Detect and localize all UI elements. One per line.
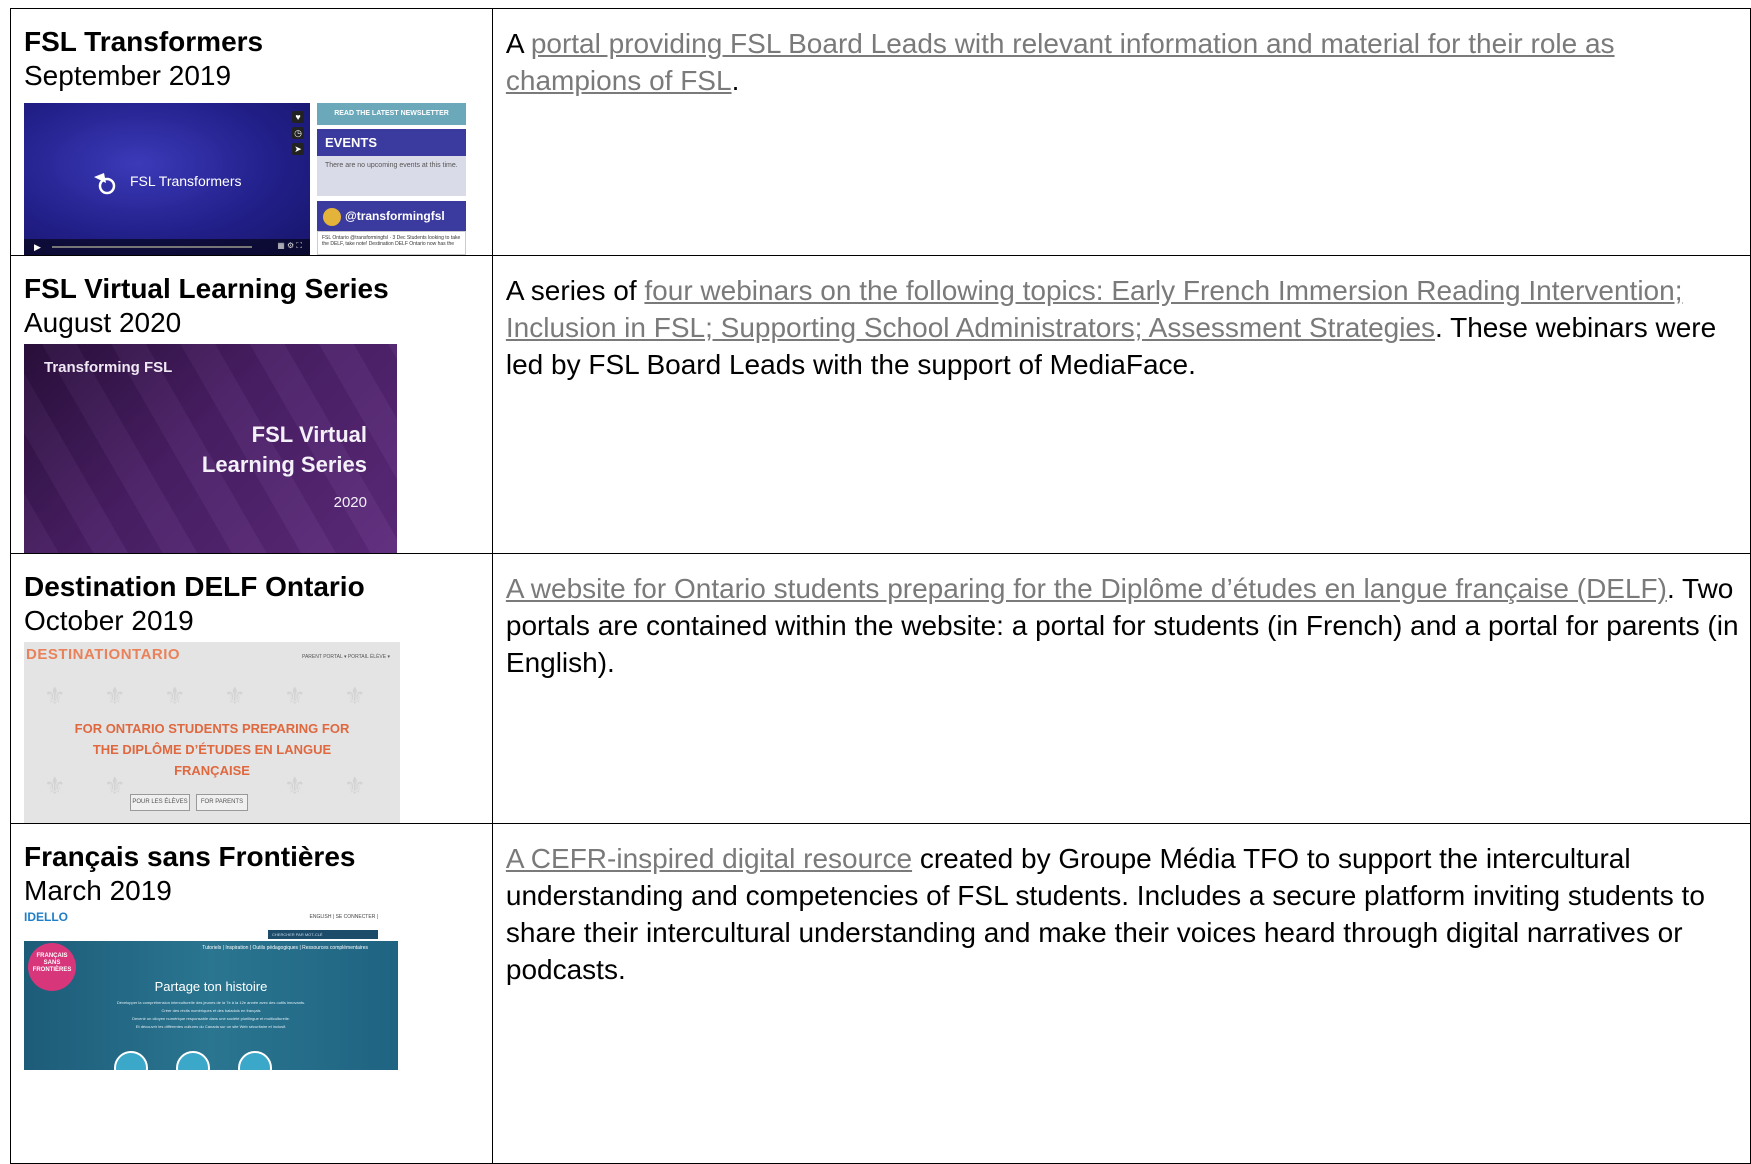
resource-name-cell: Français sans Frontières March 2019 IDEL… bbox=[10, 823, 493, 1164]
desc-text: . bbox=[731, 65, 740, 96]
fleur-de-lis-icon: ⚜ bbox=[44, 683, 66, 710]
fsl-logo-icon bbox=[94, 173, 116, 195]
students-button[interactable]: POUR LES ÉLÈVES bbox=[130, 794, 190, 811]
delf-nav[interactable]: PARENT PORTAL ▾ PORTAIL ÉLÈVE ▾ bbox=[302, 654, 390, 660]
resource-link[interactable]: A website for Ontario students preparing… bbox=[506, 573, 1667, 604]
video-control-bar: ▶ ▦ ⚙ ⛶ bbox=[24, 239, 310, 255]
play-icon[interactable]: ▶ bbox=[34, 242, 41, 253]
user-share-icon[interactable] bbox=[238, 1051, 272, 1070]
fleur-de-lis-icon: ⚜ bbox=[104, 683, 126, 710]
avatar bbox=[323, 207, 341, 226]
resource-description: A CEFR-inspired digital resource created… bbox=[506, 840, 1750, 988]
resource-description: A portal providing FSL Board Leads with … bbox=[506, 25, 1750, 99]
thumb-year: 2020 bbox=[333, 494, 367, 511]
fleur-de-lis-icon: ⚜ bbox=[164, 683, 186, 710]
resource-name: FSL Virtual Learning Series bbox=[24, 273, 389, 304]
fleur-de-lis-icon: ⚜ bbox=[344, 683, 366, 710]
video-title: FSL Transformers bbox=[130, 173, 242, 189]
idello-thumbnail: IDELLO ENGLISH | SE CONNECTER | CHERCHER… bbox=[24, 910, 398, 1070]
virtual-learning-thumbnail: Transforming FSL FSL Virtual Learning Se… bbox=[24, 344, 397, 553]
idello-menu[interactable]: Tutoriels | Inspiration | Outils pédagog… bbox=[24, 945, 398, 951]
video-progress[interactable] bbox=[52, 246, 252, 248]
hero-line: Créer des récits numériques et des balad… bbox=[161, 1008, 261, 1013]
resource-date: March 2019 bbox=[24, 875, 172, 906]
resource-name: Destination DELF Ontario bbox=[24, 571, 365, 602]
events-text: There are no upcoming events at this tim… bbox=[317, 156, 466, 196]
resource-name-cell: FSL Transformers September 2019 FSL Tran… bbox=[10, 8, 493, 256]
hero-heading: Partage ton histoire bbox=[154, 979, 268, 994]
resource-link[interactable]: A CEFR-inspired digital resource bbox=[506, 843, 912, 874]
share-icon[interactable]: ➤ bbox=[292, 143, 304, 155]
parents-button[interactable]: FOR PARENTS bbox=[196, 794, 248, 811]
events-heading: EVENTS bbox=[317, 129, 466, 156]
delf-logo[interactable]: DESTINATIONTARIO bbox=[26, 646, 180, 663]
idello-top-nav[interactable]: ENGLISH | SE CONNECTER | bbox=[310, 914, 378, 920]
users-icon[interactable] bbox=[176, 1051, 210, 1070]
thumb-top-text: Transforming FSL bbox=[44, 359, 173, 376]
desc-text: A bbox=[505, 28, 531, 59]
hero-text: Développer la compréhension interculture… bbox=[24, 999, 398, 1031]
resource-name: FSL Transformers bbox=[24, 26, 264, 57]
tweet-preview: FSL Ontario @transformingfsl · 3 Dec Stu… bbox=[317, 231, 466, 255]
table-row: FSL Transformers September 2019 FSL Tran… bbox=[10, 8, 1751, 256]
table-row: Destination DELF Ontario October 2019 ⚜ … bbox=[10, 553, 1751, 824]
resources-table: FSL Transformers September 2019 FSL Tran… bbox=[10, 8, 1751, 1164]
clock-icon[interactable]: ◷ bbox=[292, 127, 304, 139]
handle-text: @transformingfsl bbox=[345, 209, 445, 223]
twitter-handle[interactable]: @transformingfsl bbox=[317, 201, 466, 231]
thumb-title: FSL Virtual Learning Series bbox=[202, 420, 367, 480]
resource-name-cell: FSL Virtual Learning Series August 2020 … bbox=[10, 255, 493, 554]
user-check-icon[interactable] bbox=[114, 1051, 148, 1070]
settings-icon[interactable]: ▦ ⚙ ⛶ bbox=[277, 241, 302, 251]
resource-description: A series of four webinars on the followi… bbox=[506, 272, 1750, 383]
resource-description: A website for Ontario students preparing… bbox=[506, 570, 1750, 681]
hero-line: Développer la compréhension interculture… bbox=[116, 1000, 306, 1005]
resource-name-cell: Destination DELF Ontario October 2019 ⚜ … bbox=[10, 553, 493, 824]
resource-date: October 2019 bbox=[24, 605, 194, 636]
resource-description-cell: A CEFR-inspired digital resource created… bbox=[491, 823, 1751, 1164]
heart-icon[interactable]: ♥ bbox=[292, 111, 304, 123]
desc-text: A series of bbox=[505, 275, 645, 306]
fleur-de-lis-icon: ⚜ bbox=[284, 683, 306, 710]
resource-date: August 2020 bbox=[24, 307, 182, 338]
thumb-title-line: FSL Virtual bbox=[251, 422, 367, 447]
resource-description-cell: A portal providing FSL Board Leads with … bbox=[491, 8, 1751, 256]
search-input[interactable]: CHERCHER PAR MOT-CLÉ bbox=[268, 930, 378, 939]
delf-heading-line: FOR ONTARIO STUDENTS PREPARING FOR bbox=[74, 721, 350, 736]
delf-heading: FOR ONTARIO STUDENTS PREPARING FOR THE D… bbox=[24, 718, 400, 781]
fleur-de-lis-icon: ⚜ bbox=[224, 683, 246, 710]
step-circles bbox=[114, 1051, 272, 1070]
destination-delf-thumbnail: ⚜ ⚜ ⚜ ⚜ ⚜ ⚜ ⚜ ⚜ ⚜ ⚜ DESTINATIONTARIO PAR… bbox=[24, 642, 400, 823]
video-side-controls: ♥ ◷ ➤ bbox=[292, 111, 304, 155]
idello-logo[interactable]: IDELLO bbox=[24, 910, 68, 924]
hero-line: Devenir un citoyen numérique responsable… bbox=[132, 1016, 290, 1021]
table-row: Français sans Frontières March 2019 IDEL… bbox=[10, 823, 1751, 1164]
video-player[interactable]: FSL Transformers ♥ ◷ ➤ ▶ ▦ ⚙ ⛶ bbox=[24, 103, 310, 255]
fsl-transformers-thumbnail: FSL Transformers ♥ ◷ ➤ ▶ ▦ ⚙ ⛶ READ THE … bbox=[24, 103, 466, 255]
hero-line: Et découvrir les différentes cultures du… bbox=[135, 1024, 287, 1029]
delf-heading-line: THE DIPLÔME D’ÉTUDES EN LANGUE bbox=[92, 742, 332, 757]
newsletter-button[interactable]: READ THE LATEST NEWSLETTER bbox=[317, 103, 466, 125]
idello-hero: Tutoriels | Inspiration | Outils pédagog… bbox=[24, 941, 398, 1070]
resource-link[interactable]: portal providing FSL Board Leads with re… bbox=[506, 28, 1615, 96]
thumb-title-line: Learning Series bbox=[201, 452, 367, 477]
resource-description-cell: A series of four webinars on the followi… bbox=[491, 255, 1751, 554]
resource-date: September 2019 bbox=[24, 60, 232, 91]
resource-name: Français sans Frontières bbox=[24, 841, 356, 872]
delf-heading-line: FRANÇAISE bbox=[174, 763, 250, 778]
table-row: FSL Virtual Learning Series August 2020 … bbox=[10, 255, 1751, 554]
resource-description-cell: A website for Ontario students preparing… bbox=[491, 553, 1751, 824]
